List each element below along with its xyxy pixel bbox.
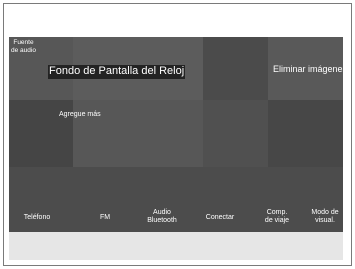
add-more-label[interactable]: Agregue más — [59, 111, 101, 118]
bottom-bar-item-label: Modo de visual. — [311, 209, 339, 225]
bottom-bar-item-label: Teléfono — [23, 214, 51, 221]
bottom-bar-item-label: FM — [99, 214, 111, 221]
delete-images-label[interactable]: Eliminar imágenes — [273, 64, 343, 74]
tile-row2-col4[interactable] — [203, 100, 268, 167]
wallpaper-label[interactable]: Fondo de Pantalla del Reloj — [48, 65, 186, 79]
bottom-bar-item-label: Comp. de viaje — [264, 209, 290, 225]
tile-row1-col4[interactable] — [203, 37, 268, 100]
home-screen: Fuente de audio Fondo de Pantalla del Re… — [9, 37, 343, 232]
bottom-bar-item-label: Audio Bluetooth — [147, 209, 177, 225]
audio-source-button[interactable]: Fuente de audio — [11, 39, 36, 55]
bottom-bar-item-label: Conectar — [205, 214, 235, 221]
tile-row2-col5[interactable] — [268, 100, 343, 167]
bottom-strip — [9, 232, 343, 260]
